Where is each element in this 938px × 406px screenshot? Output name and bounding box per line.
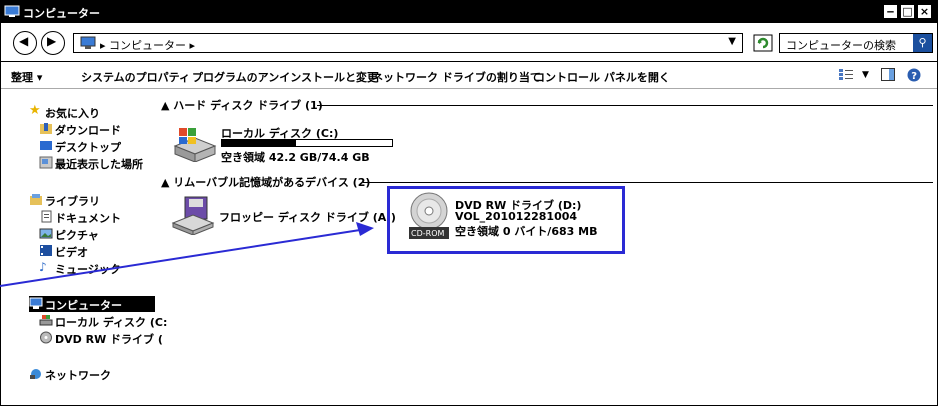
annotation-arrow xyxy=(0,222,374,287)
